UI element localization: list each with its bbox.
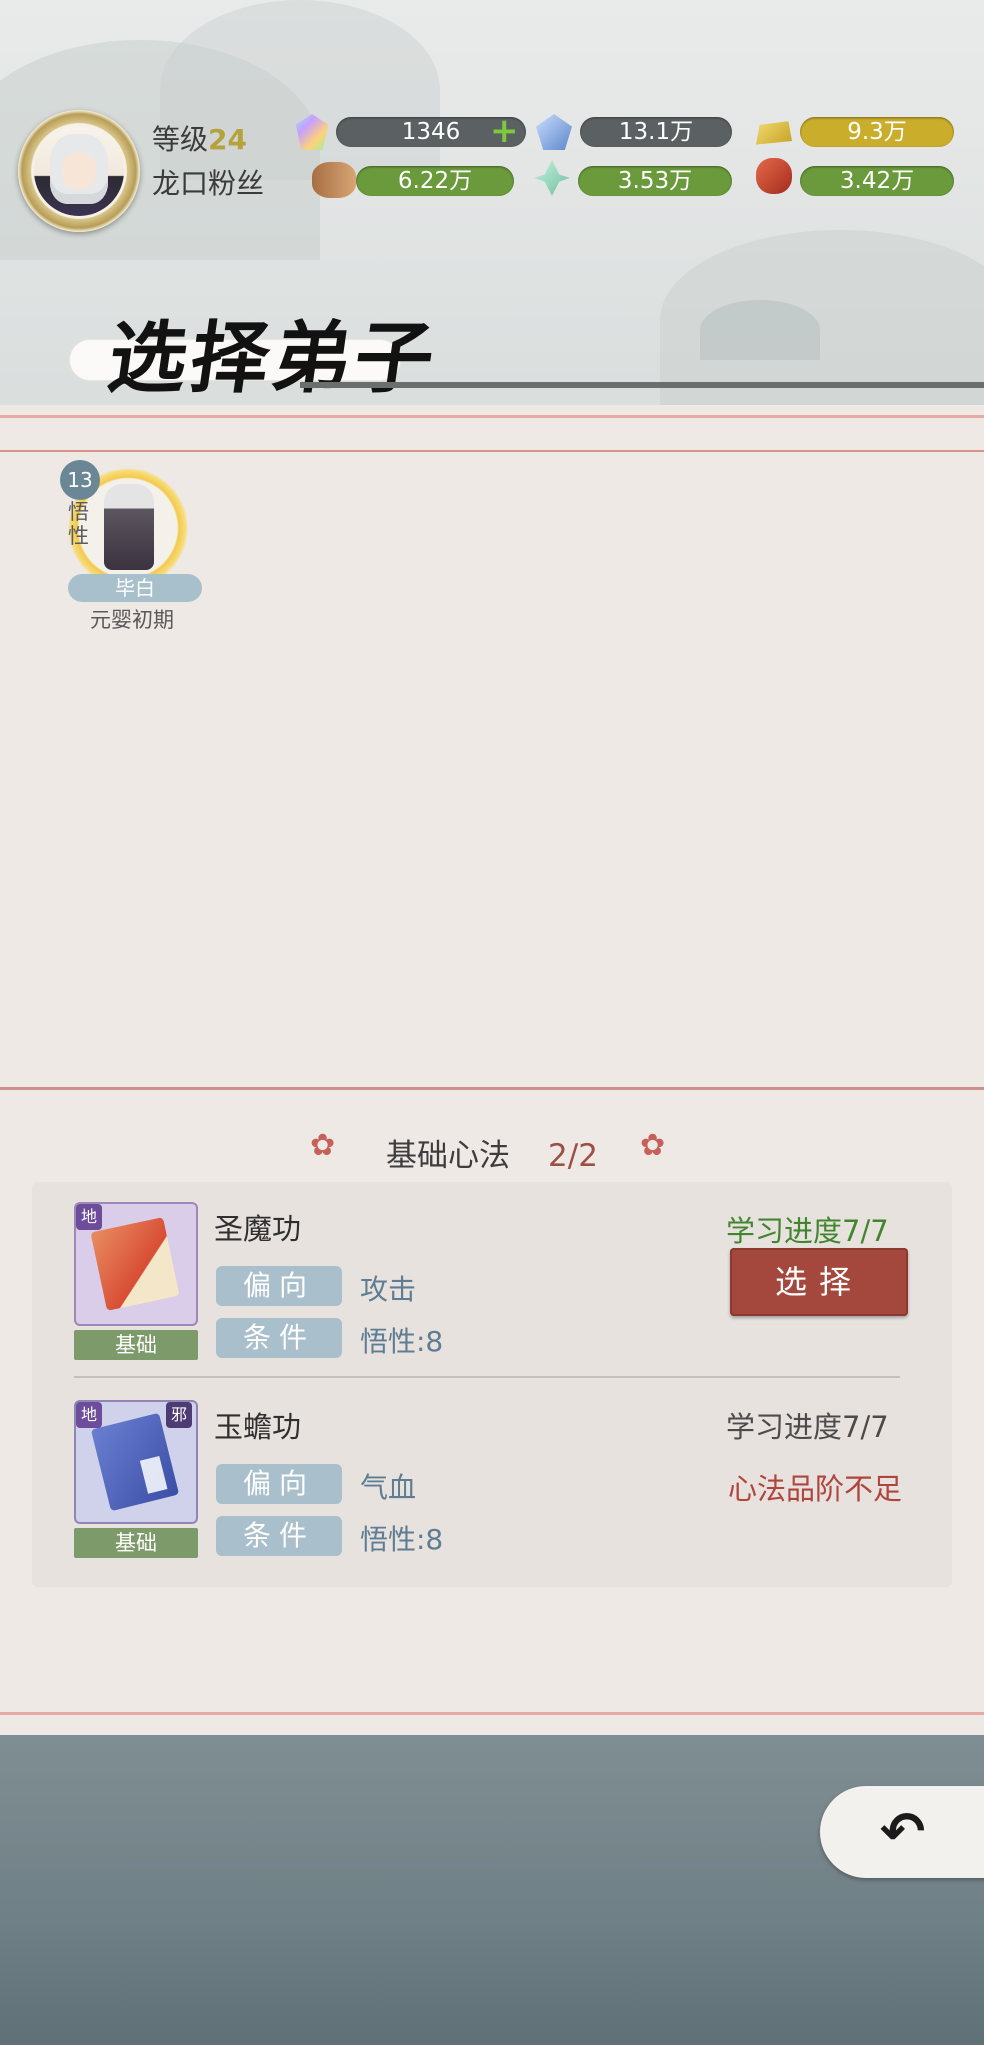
bottom-landscape-background [0, 1735, 984, 2045]
add-crystal-icon[interactable]: + [490, 114, 519, 148]
panel-border-bottom [0, 1712, 984, 1715]
bias-chip: 偏向 [216, 1266, 342, 1306]
bias-value: 攻击 [360, 1273, 417, 1306]
condition-value: 悟性:8 [360, 1325, 444, 1358]
condition-chip: 条件 [216, 1318, 342, 1358]
resource-value: 9.3万 [847, 119, 907, 145]
resource-wood: 6.22万 [356, 166, 514, 196]
resource-meat: 3.42万 [800, 166, 954, 196]
skill-name: 圣魔功 [214, 1212, 302, 1246]
avatar-face [62, 152, 96, 190]
resource-value: 3.42万 [839, 168, 915, 194]
back-arrow-icon: ↶ [880, 1800, 926, 1863]
resource-gold: 9.3万 [800, 117, 954, 147]
section-title-text: 基础心法 [386, 1138, 511, 1174]
title-ground-line [300, 382, 984, 388]
resource-blue-ore: 13.1万 [580, 117, 732, 147]
panel-border-top-inner [0, 450, 984, 452]
panel-border-middle [0, 1087, 984, 1090]
grade-tag: 地 [76, 1402, 102, 1428]
bias-value: 气血 [360, 1471, 417, 1504]
grade-tag: 地 [76, 1204, 102, 1230]
basic-tag: 基础 [74, 1528, 198, 1558]
level-display: 等级24 [152, 118, 247, 158]
learn-progress: 学习进度7/7 [726, 1214, 889, 1248]
skill-divider [74, 1376, 900, 1378]
aptitude-label: 悟性 [68, 500, 89, 548]
meat-icon [756, 158, 792, 194]
evil-grade-tag: 邪 [166, 1402, 192, 1428]
bias-chip: 偏向 [216, 1464, 342, 1504]
fans-label: 龙口粉丝 [152, 167, 265, 200]
skill-name: 玉蟾功 [214, 1410, 302, 1444]
resource-herb: 3.53万 [578, 166, 732, 196]
condition-value: 悟性:8 [360, 1523, 444, 1556]
basic-tag: 基础 [74, 1330, 198, 1360]
panel-border-top [0, 415, 984, 418]
learn-progress: 学习进度7/7 [726, 1410, 889, 1444]
select-button[interactable]: 选择 [730, 1248, 908, 1316]
section-title: 基础心法 2/2 [0, 1130, 984, 1175]
page-title: 选择弟子 [102, 313, 444, 404]
disciple-figure [104, 484, 154, 570]
resource-value: 6.22万 [397, 168, 473, 194]
disciple-realm: 元婴初期 [90, 608, 174, 632]
aptitude-badge: 13 [60, 460, 100, 500]
section-count: 2/2 [548, 1138, 598, 1174]
resource-value: 13.1万 [618, 119, 694, 145]
level-value: 24 [208, 123, 247, 156]
condition-chip: 条件 [216, 1516, 342, 1556]
resource-value: 3.53万 [617, 168, 693, 194]
disciple-name: 毕白 [68, 574, 202, 602]
wood-icon [312, 162, 356, 198]
grade-insufficient-status: 心法品阶不足 [728, 1472, 903, 1506]
flower-icon: ✿ [640, 1128, 666, 1163]
resource-value: 1346 [401, 119, 461, 145]
level-label: 等级 [152, 123, 209, 156]
